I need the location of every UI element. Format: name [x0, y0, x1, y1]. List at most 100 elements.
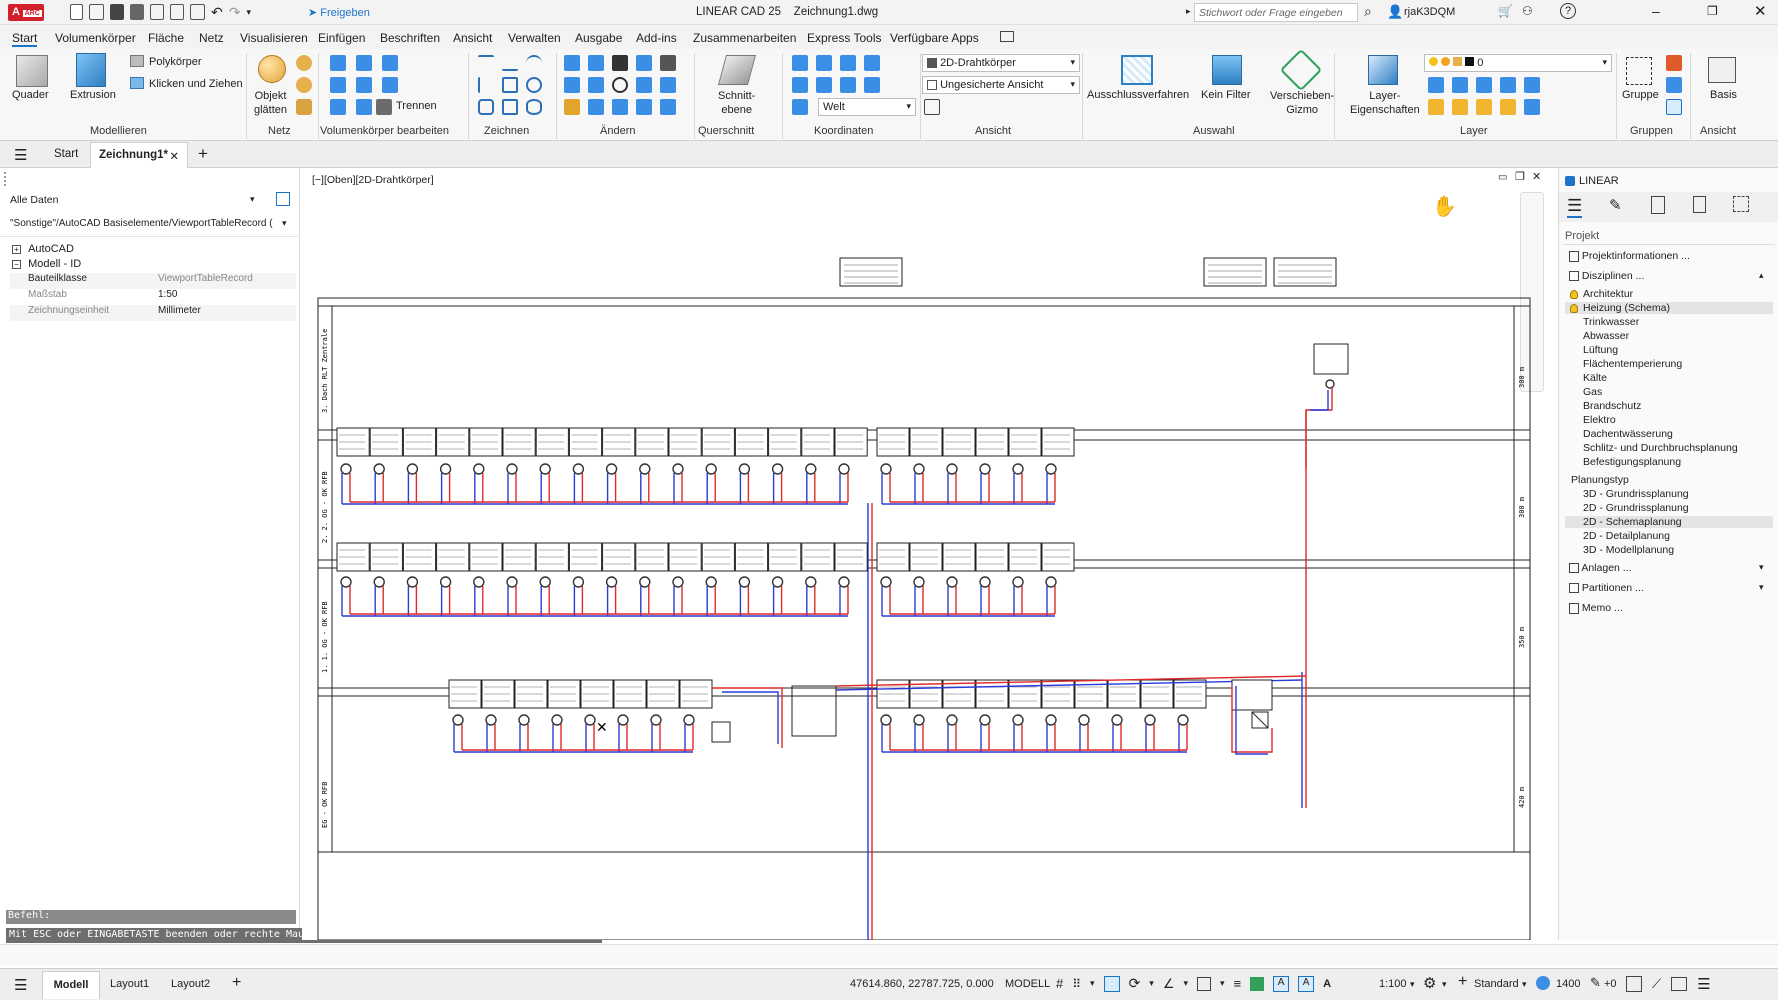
gizmo-icon[interactable] — [1279, 48, 1323, 92]
user-name[interactable]: rjaK3DQM — [1404, 6, 1455, 18]
model-space-button[interactable]: MODELL — [1005, 978, 1050, 990]
group-edit-icon[interactable] — [1666, 77, 1682, 93]
tab-netz[interactable]: Netz — [199, 31, 224, 45]
ucs-face-icon[interactable] — [840, 77, 856, 93]
planning-type-item[interactable]: 2D - Grundrissplanung — [1565, 502, 1773, 514]
close-tab-icon[interactable]: ✕ — [169, 149, 179, 163]
kein-filter-button[interactable]: Kein Filter — [1201, 89, 1251, 101]
polysolid-icon[interactable] — [130, 55, 144, 67]
share-people-icon[interactable]: ⚇ — [1522, 4, 1533, 18]
tab-modell[interactable]: Modell — [42, 971, 100, 999]
join-icon[interactable] — [636, 99, 652, 115]
search-icon[interactable]: ⌕ — [1364, 3, 1372, 20]
discipline-item[interactable]: Schlitz- und Durchbruchsplanung — [1565, 442, 1773, 454]
tab-volumenkoerper[interactable]: Volumenkörper — [55, 31, 136, 45]
ellipse-icon[interactable] — [526, 99, 542, 115]
document-icon[interactable] — [1693, 196, 1706, 213]
save-icon[interactable] — [110, 4, 124, 20]
section-plane-icon[interactable] — [717, 55, 757, 85]
plus-zero-value[interactable]: +0 — [1604, 978, 1617, 990]
discipline-item[interactable]: Elektro — [1565, 414, 1773, 426]
filter-icon[interactable] — [1212, 55, 1242, 85]
tab-zeichnung1[interactable]: Zeichnung1* ✕ — [90, 142, 188, 168]
chevron-down-icon[interactable]: ▾ — [1090, 978, 1095, 989]
discipline-item[interactable]: Dachentwässerung — [1565, 428, 1773, 440]
discipline-item[interactable]: Abwasser — [1565, 330, 1773, 342]
open-folder-icon[interactable] — [89, 4, 104, 20]
planning-type-item[interactable]: 3D - Modellplanung — [1565, 544, 1773, 556]
culling-icon[interactable] — [1121, 55, 1153, 85]
tab-visualisieren[interactable]: Visualisieren — [240, 31, 308, 45]
annotation-visibility-icon[interactable]: A — [1273, 975, 1290, 992]
ucs-world-select[interactable]: Welt ▾ — [818, 98, 916, 116]
heating-schema-drawing[interactable]: 3. Dach RLT Zentrale 2. 2. OG - OK RFB 1… — [302, 168, 1552, 940]
chevron-down-icon[interactable]: ▾ — [1442, 979, 1447, 990]
union-icon[interactable] — [330, 55, 346, 71]
line-icon[interactable] — [478, 55, 494, 71]
separate-icon[interactable] — [376, 99, 392, 115]
isolate-icon[interactable] — [1626, 976, 1642, 992]
layer-properties-icon[interactable] — [1368, 55, 1398, 85]
discipline-item[interactable]: Lüftung — [1565, 344, 1773, 356]
thicken-icon[interactable] — [382, 77, 398, 93]
chevron-down-icon[interactable]: ▾ — [1183, 978, 1188, 989]
quick-select-icon[interactable] — [276, 192, 290, 206]
polykoerper-button[interactable]: Polykörper — [149, 56, 202, 68]
lineweight-icon[interactable]: ≡ — [1234, 976, 1242, 991]
polyline-icon[interactable] — [502, 55, 518, 71]
panel-grip[interactable] — [4, 172, 8, 186]
shell-icon[interactable] — [356, 99, 372, 115]
polygon-icon[interactable] — [478, 99, 494, 115]
grid-icon[interactable] — [660, 99, 676, 115]
standard-select[interactable]: Standard — [1474, 978, 1519, 990]
group-koordinaten[interactable]: Koordinaten — [814, 125, 873, 137]
panel-toggle-icon[interactable] — [1000, 31, 1014, 42]
copy-icon[interactable] — [636, 55, 652, 71]
mesh-add-icon[interactable] — [296, 55, 312, 71]
layer-eigenschaften-button[interactable]: Layer- Eigenschaften — [1350, 89, 1420, 117]
smooth-object-icon[interactable] — [258, 55, 286, 83]
discipline-item[interactable]: Flächentemperierung — [1565, 358, 1773, 370]
menu-icon[interactable]: ☰ — [14, 146, 27, 164]
open-web-icon[interactable] — [150, 4, 164, 20]
data-filter-select[interactable]: Alle Daten ▾ — [10, 194, 260, 210]
mirror-icon[interactable] — [564, 55, 580, 71]
maximize-icon[interactable]: ❐ — [1707, 4, 1718, 18]
edit-icon[interactable]: ✎ — [1609, 196, 1622, 214]
minimize-icon[interactable]: – — [1652, 3, 1660, 19]
group-select-icon[interactable] — [1666, 99, 1682, 115]
customize-icon[interactable]: ☰ — [1697, 975, 1710, 993]
box-icon[interactable] — [16, 55, 48, 87]
layer-off-icon[interactable] — [1428, 77, 1444, 93]
discipline-item[interactable]: Befestigungsplanung — [1565, 456, 1773, 468]
intersect-icon[interactable] — [382, 55, 398, 71]
tab-start[interactable]: Start — [12, 31, 38, 47]
workspace-gear-icon[interactable]: ⚙ — [1423, 974, 1436, 992]
add-layout-icon[interactable]: + — [232, 974, 241, 992]
layer-freeze-icon[interactable] — [1476, 77, 1492, 93]
trennen-button[interactable]: Trennen — [396, 100, 437, 112]
memo-item[interactable]: Memo ... — [1569, 602, 1623, 614]
rotate-icon[interactable] — [588, 77, 604, 93]
rectangle-icon[interactable] — [502, 77, 518, 93]
class-path-select[interactable]: "Sonstige"/AutoCAD Basiselemente/Viewpor… — [10, 218, 296, 234]
interfere-icon[interactable] — [330, 77, 346, 93]
ucs-world-icon[interactable] — [816, 55, 832, 71]
group-auswahl[interactable]: Auswahl — [1193, 125, 1235, 137]
tab-zusammenarbeiten[interactable]: Zusammenarbeiten — [693, 31, 796, 45]
ucs-origin-icon[interactable] — [840, 55, 856, 71]
chevron-right-icon[interactable]: ▸ — [1186, 6, 1191, 17]
drawing-viewport[interactable]: [−][Oben][2D-Drahtkörper] ▭ ❐ ✕ ✋ 3. Dac… — [302, 168, 1552, 940]
group-ansicht[interactable]: Ansicht — [975, 125, 1011, 137]
project-menu-icon[interactable]: ☰ — [1567, 196, 1583, 218]
subtract-icon[interactable] — [356, 55, 372, 71]
tab-layout1[interactable]: Layout1 — [110, 978, 149, 990]
prop-value[interactable]: Millimeter — [158, 305, 201, 316]
polar-icon[interactable]: ⟳ — [1129, 975, 1141, 992]
discipline-item[interactable]: Architektur — [1565, 288, 1773, 300]
mesh-crease-icon[interactable] — [296, 99, 312, 115]
slice-icon[interactable] — [356, 77, 372, 93]
quader-button[interactable]: Quader — [12, 89, 49, 101]
move-icon[interactable] — [612, 55, 628, 71]
clean-screen-icon[interactable] — [1671, 977, 1688, 991]
